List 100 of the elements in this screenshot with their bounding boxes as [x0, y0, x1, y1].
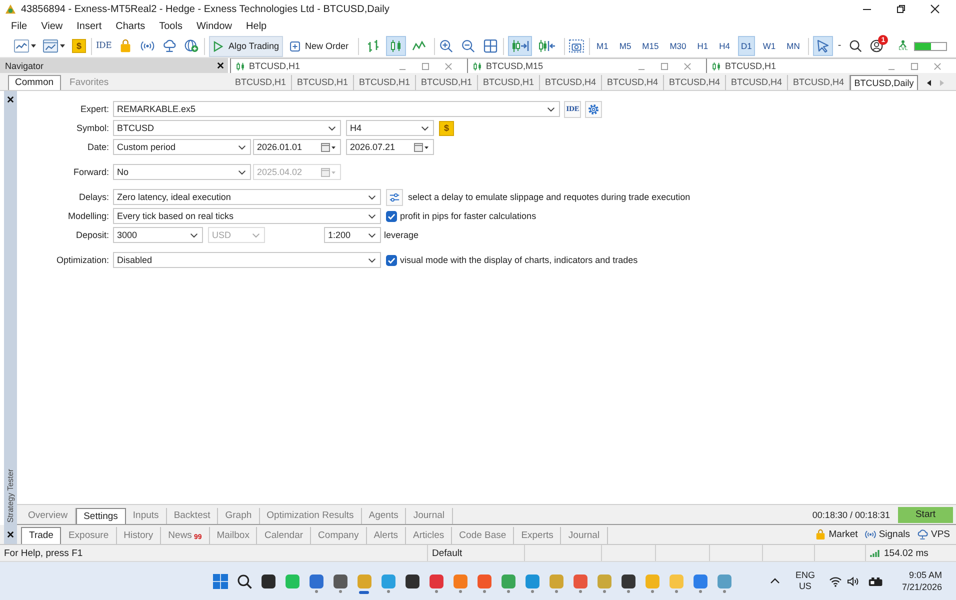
tab[interactable]: Exposure	[61, 527, 117, 544]
menu-item[interactable]: Window	[189, 21, 240, 32]
tab[interactable]: Agents	[362, 508, 406, 524]
caret-icon[interactable]	[31, 44, 36, 48]
timeframe-button[interactable]: H1	[694, 36, 712, 56]
grid-icon[interactable]	[482, 39, 498, 53]
tab[interactable]: Journal	[561, 527, 608, 544]
timeframe-button[interactable]: D1	[738, 36, 755, 56]
app-tile-icon[interactable]	[500, 574, 516, 588]
app-tile-icon[interactable]	[284, 574, 300, 588]
chart-tab[interactable]: BTCUSD,H4	[540, 75, 602, 90]
chart-tab[interactable]: BTCUSD,H1	[230, 75, 292, 90]
menu-item[interactable]: Help	[239, 21, 274, 32]
tab[interactable]: Code Base	[452, 527, 514, 544]
zoom-in-icon[interactable]	[438, 39, 454, 53]
app-tile-icon[interactable]	[308, 574, 324, 588]
app-tile-icon[interactable]	[404, 574, 420, 588]
cloud-icon[interactable]	[162, 39, 178, 53]
dollar-button[interactable]: $	[72, 39, 86, 53]
app-tile-icon[interactable]	[620, 574, 636, 588]
cursor-menu-button[interactable]: -	[838, 41, 842, 51]
start-icon[interactable]	[212, 574, 228, 588]
app-tile-icon[interactable]	[716, 574, 732, 588]
menu-item[interactable]: File	[4, 21, 34, 32]
tab[interactable]: Settings	[76, 508, 126, 524]
app-tile-icon[interactable]	[452, 574, 468, 588]
dollar-button[interactable]: $	[439, 120, 454, 136]
expert-dropdown[interactable]: REMARKABLE.ex5	[113, 101, 560, 117]
start-button[interactable]: Start	[898, 506, 953, 522]
app-tile-icon[interactable]	[692, 574, 708, 588]
chart-tab[interactable]: BTCUSD,H1	[354, 75, 416, 90]
region-text[interactable]: US	[798, 581, 812, 592]
panel-link[interactable]: Signals	[864, 529, 910, 540]
checkbox[interactable]	[386, 210, 397, 222]
symbol-dropdown[interactable]: BTCUSD	[113, 120, 341, 136]
chart-tab[interactable]: BTCUSD,H4	[726, 75, 788, 90]
panel-link[interactable]: Market	[814, 529, 858, 540]
clock-date[interactable]: 7/21/2026	[902, 581, 942, 593]
tab[interactable]: Graph	[218, 508, 260, 524]
timeframe-button[interactable]: M15	[639, 36, 662, 56]
forward-dropdown[interactable]: No	[113, 164, 251, 180]
tab[interactable]: Backtest	[166, 508, 218, 524]
tab[interactable]: Journal	[406, 508, 453, 524]
maximize-icon[interactable]	[911, 62, 918, 70]
restore-icon[interactable]	[896, 4, 906, 14]
timeframe-button[interactable]: MN	[784, 36, 803, 56]
chart-tab[interactable]: BTCUSD,H4	[602, 75, 664, 90]
menu-item[interactable]: View	[34, 21, 70, 32]
app-tile-icon[interactable]	[548, 574, 564, 588]
app-tile-icon[interactable]	[260, 574, 276, 588]
auto-scroll-button[interactable]	[508, 36, 532, 56]
language-text[interactable]: ENG	[795, 570, 815, 581]
chart-tab[interactable]: BTCUSD,H4	[664, 75, 726, 90]
tab[interactable]: Common	[8, 75, 61, 90]
tab[interactable]: History	[116, 527, 162, 544]
tab[interactable]: Alerts	[366, 527, 406, 544]
tab[interactable]: Company	[311, 527, 367, 544]
maximize-icon[interactable]	[422, 62, 429, 70]
app-tile-icon[interactable]	[332, 574, 348, 588]
date-field[interactable]: 2026.01.01	[253, 139, 341, 155]
speaker-icon[interactable]	[846, 576, 860, 586]
close-icon[interactable]	[217, 62, 224, 69]
panel-link[interactable]: VPS	[916, 529, 950, 540]
app-tile-icon[interactable]	[524, 574, 540, 588]
date-field[interactable]: 2026.07.21	[346, 139, 434, 155]
timeframe-button[interactable]: H4	[716, 36, 734, 56]
app-tile-icon[interactable]	[668, 574, 684, 588]
tab[interactable]: Trade	[21, 527, 62, 544]
timeframe-button[interactable]: M5	[616, 36, 634, 56]
search-icon[interactable]	[848, 39, 864, 53]
tab[interactable]: Calendar	[257, 527, 312, 544]
user-icon[interactable]	[870, 39, 886, 53]
chart-tab[interactable]: BTCUSD,Daily	[850, 75, 918, 90]
app-tile-icon[interactable]	[356, 574, 372, 588]
chart-tab[interactable]: BTCUSD,H1	[292, 75, 354, 90]
tab[interactable]: Experts	[514, 527, 562, 544]
tab[interactable]: Inputs	[126, 508, 167, 524]
timeframe-dropdown[interactable]: H4	[346, 120, 434, 136]
app-tile-icon[interactable]	[572, 574, 588, 588]
ide-button[interactable]: IDE	[96, 42, 112, 50]
menu-item[interactable]: Insert	[70, 21, 109, 32]
line-chart-icon[interactable]	[14, 39, 29, 53]
person-icon[interactable]	[899, 40, 908, 47]
tab[interactable]: Articles	[406, 527, 452, 544]
menu-item[interactable]: Charts	[108, 21, 152, 32]
zoom-out-icon[interactable]	[460, 39, 476, 53]
candlestick-button[interactable]	[386, 36, 406, 56]
scroll-left-icon[interactable]	[927, 80, 931, 86]
close-icon[interactable]	[7, 96, 14, 103]
battery-icon[interactable]	[868, 576, 884, 586]
app-tile-icon[interactable]	[380, 574, 396, 588]
checkbox[interactable]	[386, 254, 397, 266]
search-icon[interactable]	[236, 574, 252, 588]
radio-waves-icon[interactable]	[140, 39, 156, 53]
menu-item[interactable]: Tools	[152, 21, 190, 32]
maximize-icon[interactable]	[661, 62, 668, 70]
cursor-button[interactable]	[812, 36, 833, 56]
new-order-button[interactable]: New Order	[286, 36, 353, 56]
camera-icon[interactable]	[568, 39, 584, 53]
delays-dropdown[interactable]: Zero latency, ideal execution	[113, 189, 381, 205]
